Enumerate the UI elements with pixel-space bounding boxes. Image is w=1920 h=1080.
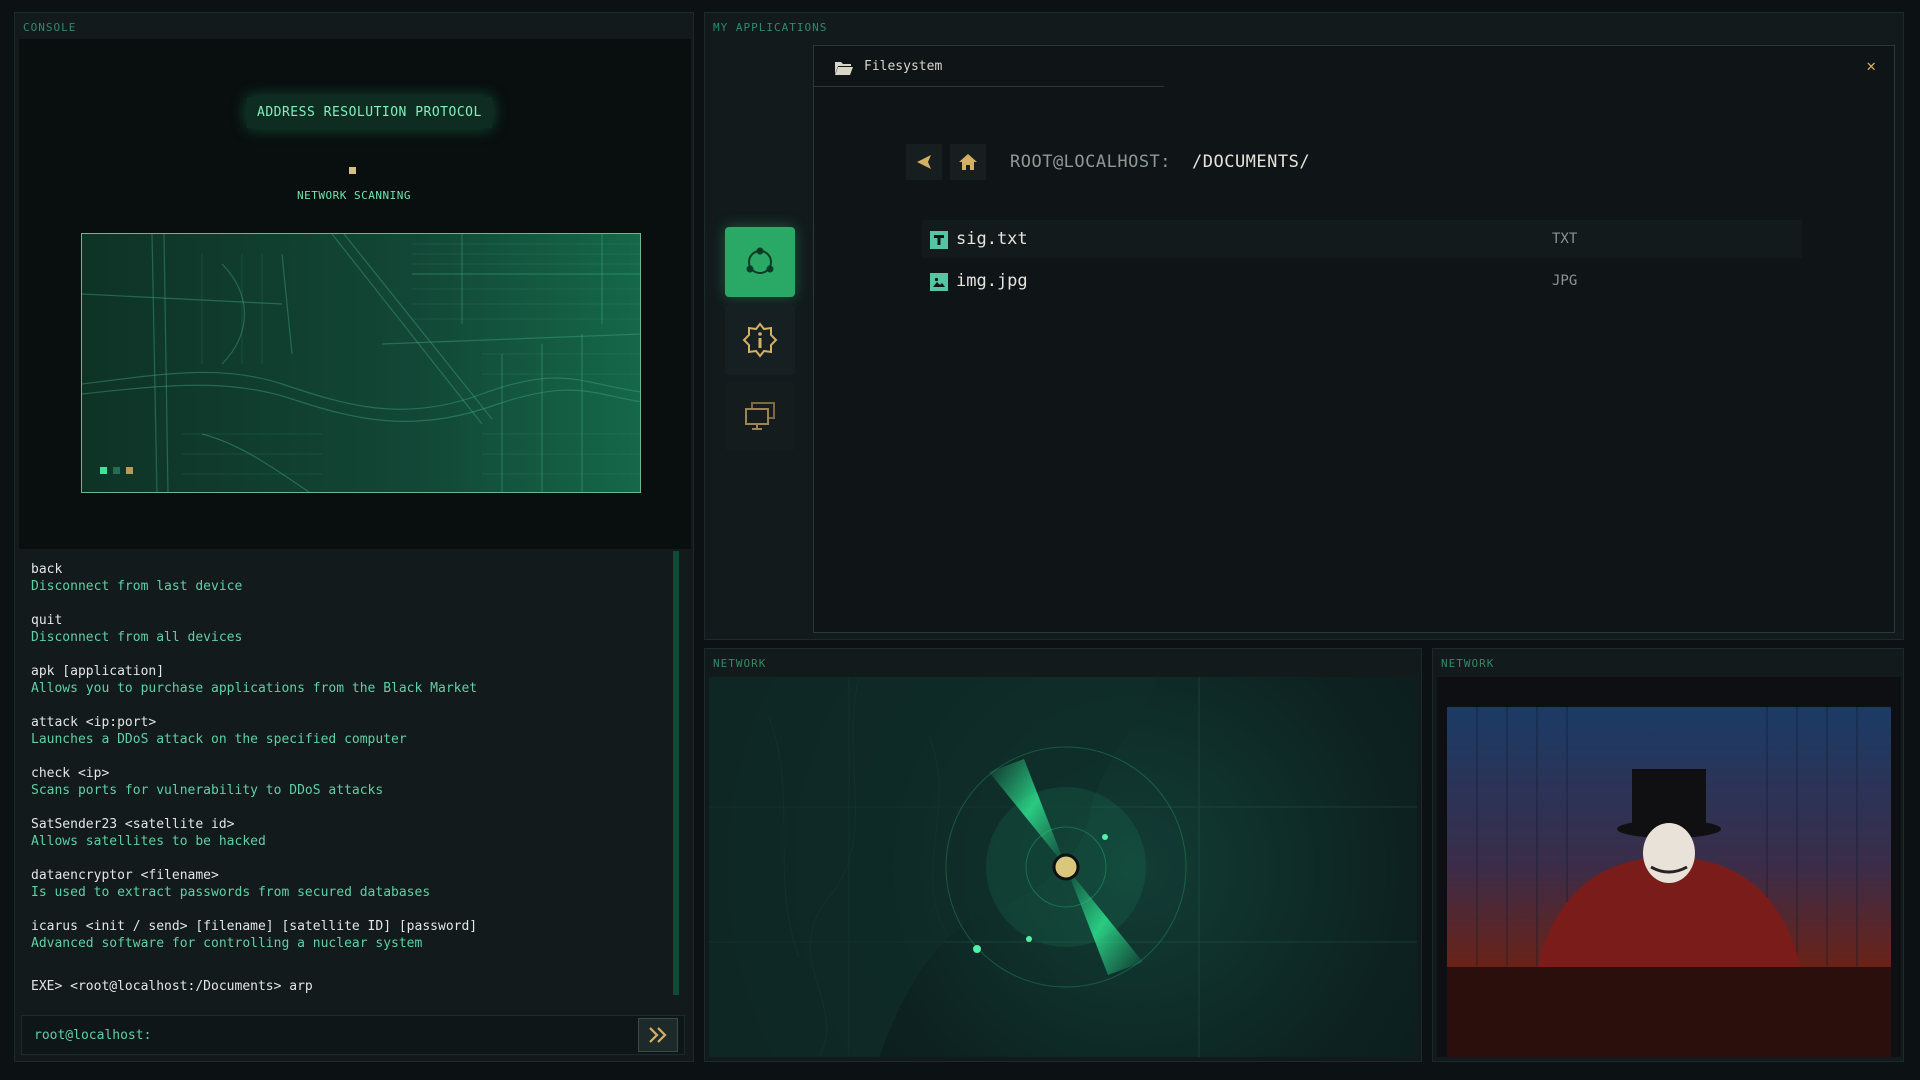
monitor-windows-icon	[745, 402, 775, 430]
network-nodes-icon	[746, 247, 774, 274]
command-description: Scans ports for vulnerability to DDoS at…	[31, 783, 384, 798]
command-entry: dataencryptor <filename> Is used to extra…	[31, 867, 671, 901]
network-radar-graphic	[709, 677, 1417, 1057]
close-icon[interactable]: ✕	[1866, 56, 1876, 75]
map-dot[interactable]	[126, 467, 133, 474]
network-video-title: NETWORK	[1441, 657, 1495, 670]
command-help-list: back Disconnect from last device quit Disco…	[31, 561, 671, 969]
command-name: back	[31, 562, 63, 577]
app-tile-monitor[interactable]	[725, 381, 795, 451]
file-type: JPG	[1552, 273, 1578, 289]
network-map-title: NETWORK	[713, 657, 767, 670]
path-directory: /DOCUMENTS/	[1192, 152, 1311, 172]
command-description: Disconnect from last device	[31, 579, 243, 594]
home-icon	[959, 154, 977, 170]
filesystem-window-header: Filesystem	[814, 46, 1164, 87]
map-page-dots	[100, 467, 133, 474]
scan-indicator	[349, 167, 356, 174]
command-name: quit	[31, 613, 63, 628]
file-name: img.jpg	[956, 271, 1028, 291]
command-description: Disconnect from all devices	[31, 630, 243, 645]
command-input[interactable]	[172, 1022, 596, 1050]
folder-open-icon	[835, 62, 853, 75]
command-description: Allows satellites to be hacked	[31, 834, 266, 849]
filesystem-title: Filesystem	[864, 59, 943, 74]
command-name: icarus <init / send> [filename] [satelli…	[31, 919, 478, 934]
command-entry: attack <ip:port> Launches a DDoS attack o…	[31, 714, 671, 748]
map-dot[interactable]	[113, 467, 120, 474]
back-arrow-icon	[917, 155, 931, 169]
text-file-icon	[930, 231, 948, 249]
applications-title: MY APPLICATIONS	[713, 21, 828, 34]
send-command-button[interactable]	[638, 1018, 678, 1052]
file-type: TXT	[1552, 231, 1578, 247]
command-entry: quit Disconnect from all devices	[31, 612, 671, 646]
command-entry: SatSender23 <satellite id> Allows satelli…	[31, 816, 671, 850]
file-row[interactable]: sig.txt TXT	[922, 220, 1802, 258]
command-name: check <ip>	[31, 766, 110, 781]
exe-line: EXE> <root@localhost:/Documents> arp	[31, 979, 313, 994]
applications-panel: MY APPLICATIONS Filesystem ✕ ROOT@LOCALH…	[704, 12, 1904, 640]
masked-figure-image	[1437, 677, 1901, 1057]
city-map	[81, 233, 641, 493]
command-description: Is used to extract passwords from secure…	[31, 885, 431, 900]
back-button[interactable]	[906, 144, 942, 180]
prompt-label: root@localhost:	[34, 1028, 152, 1043]
filesystem-window: Filesystem ✕ ROOT@LOCALHOST: /DOCUMENTS/…	[813, 45, 1895, 633]
path-host: ROOT@LOCALHOST:	[1010, 152, 1172, 172]
command-description: Launches a DDoS attack on the specified …	[31, 732, 407, 747]
command-description: Allows you to purchase applications from…	[31, 681, 478, 696]
console-scrollbar[interactable]	[673, 551, 679, 995]
console-title: CONSOLE	[23, 21, 77, 34]
network-map-panel: NETWORK	[704, 648, 1422, 1062]
arp-overlay: ADDRESS RESOLUTION PROTOCOL NETWORK SCAN…	[19, 39, 691, 549]
arp-status: NETWORK SCANNING	[297, 189, 411, 202]
command-entry: apk [application] Allows you to purchase …	[31, 663, 671, 697]
file-name: sig.txt	[956, 229, 1028, 249]
image-file-icon	[930, 273, 948, 291]
network-map[interactable]	[709, 677, 1417, 1057]
arp-title: ADDRESS RESOLUTION PROTOCOL	[247, 97, 492, 128]
city-map-lines	[82, 234, 640, 492]
command-entry: back Disconnect from last device	[31, 561, 671, 595]
command-name: apk [application]	[31, 664, 165, 679]
app-tile-network[interactable]	[725, 227, 795, 297]
command-name: attack <ip:port>	[31, 715, 157, 730]
home-button[interactable]	[950, 144, 986, 180]
console-panel: CONSOLE ADDRESS RESOLUTION PROTOCOL NETW…	[14, 12, 694, 1062]
file-row[interactable]: img.jpg JPG	[922, 262, 1802, 300]
masked-figure-illustration	[1447, 707, 1891, 1057]
double-chevron-right-icon	[649, 1027, 667, 1043]
command-name: dataencryptor <filename>	[31, 868, 219, 883]
network-video-panel: NETWORK	[1432, 648, 1904, 1062]
app-tile-info[interactable]	[725, 305, 795, 375]
command-input-row: root@localhost:	[21, 1015, 685, 1055]
command-name: SatSender23 <satellite id>	[31, 817, 235, 832]
map-dot-active[interactable]	[100, 467, 107, 474]
command-description: Advanced software for controlling a nucl…	[31, 936, 423, 951]
info-badge-icon	[742, 322, 778, 358]
command-entry: icarus <init / send> [filename] [satelli…	[31, 918, 671, 952]
command-entry: check <ip> Scans ports for vulnerability …	[31, 765, 671, 799]
